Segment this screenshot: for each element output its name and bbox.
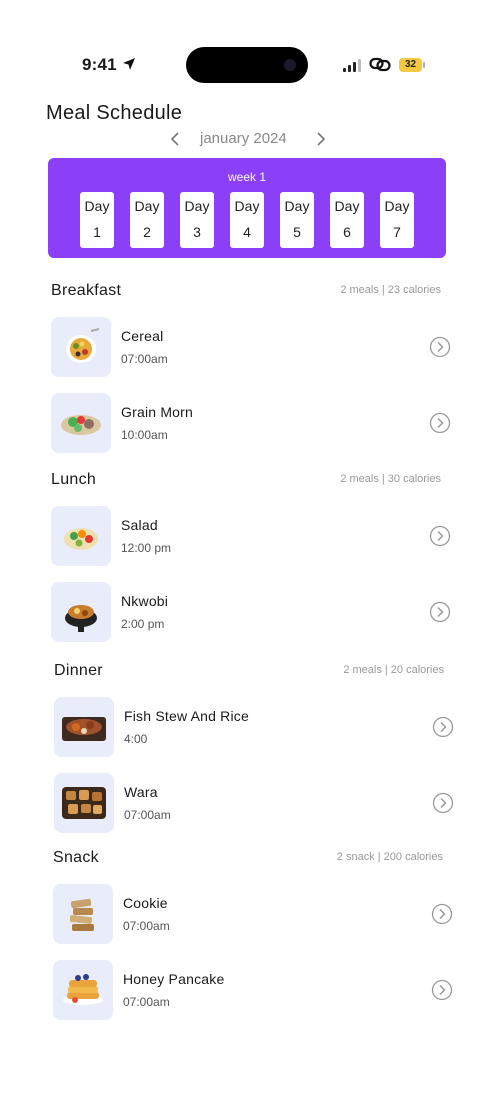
battery-level: 32 bbox=[399, 58, 422, 72]
day-number: 6 bbox=[343, 224, 351, 240]
meal-time: 10:00am bbox=[121, 428, 168, 442]
dynamic-island bbox=[186, 47, 308, 83]
week-label: week 1 bbox=[227, 170, 267, 184]
day-word: Day bbox=[134, 198, 160, 214]
day-button-7[interactable]: Day 7 bbox=[380, 192, 414, 248]
day-word: Day bbox=[384, 198, 410, 214]
day-number: 3 bbox=[193, 224, 201, 240]
meal-time: 07:00am bbox=[124, 808, 171, 822]
meal-item-wara[interactable]: Wara 07:00am bbox=[54, 773, 454, 833]
chevron-left-icon[interactable] bbox=[168, 131, 182, 147]
meal-item-fish-stew[interactable]: Fish Stew And Rice 4:00 bbox=[54, 697, 454, 757]
meal-time: 2:00 pm bbox=[121, 617, 165, 631]
section-meta-lunch: 2 meals | 30 calories bbox=[340, 473, 441, 485]
meal-item-cereal[interactable]: Cereal 07:00am bbox=[51, 317, 451, 377]
cellular-signal-icon bbox=[343, 58, 363, 72]
day-word: Day bbox=[84, 198, 110, 214]
status-time: 9:41 bbox=[82, 55, 117, 74]
day-word: Day bbox=[184, 198, 210, 214]
chevron-right-circle-icon[interactable] bbox=[429, 336, 451, 358]
chevron-right-circle-icon[interactable] bbox=[432, 716, 454, 738]
day-number: 1 bbox=[93, 224, 101, 240]
week-card: week 1 Day 1 Day 2 Day 3 Day 4 Day 5 Day… bbox=[48, 158, 446, 258]
meal-name: Grain Morn bbox=[121, 404, 194, 420]
battery-icon: 32 bbox=[399, 58, 425, 72]
section-title-lunch: Lunch bbox=[51, 471, 97, 488]
meal-name: Cereal bbox=[121, 328, 164, 344]
day-word: Day bbox=[284, 198, 310, 214]
meal-image-cereal bbox=[51, 317, 111, 377]
meal-item-nkwobi[interactable]: Nkwobi 2:00 pm bbox=[51, 582, 451, 642]
chevron-right-circle-icon[interactable] bbox=[429, 412, 451, 434]
meal-item-honey-pancake[interactable]: Honey Pancake 07:00am bbox=[53, 960, 453, 1020]
chevron-right-circle-icon[interactable] bbox=[431, 903, 453, 925]
meal-time: 4:00 bbox=[124, 732, 148, 746]
month-label: january 2024 bbox=[200, 130, 287, 147]
meal-image-salad bbox=[51, 506, 111, 566]
meal-time: 07:00am bbox=[123, 919, 170, 933]
meal-image-nkwobi bbox=[51, 582, 111, 642]
day-word: Day bbox=[234, 198, 260, 214]
meal-name: Fish Stew And Rice bbox=[124, 708, 249, 724]
meal-name: Cookie bbox=[123, 895, 168, 911]
meal-image-fish-stew bbox=[54, 697, 114, 757]
meal-image-honey-pancake bbox=[53, 960, 113, 1020]
day-button-1[interactable]: Day 1 bbox=[80, 192, 114, 248]
section-title-snack: Snack bbox=[53, 849, 99, 866]
meal-time: 07:00am bbox=[123, 995, 170, 1009]
day-word: Day bbox=[334, 198, 360, 214]
meal-item-salad[interactable]: Salad 12:00 pm bbox=[51, 506, 451, 566]
section-meta-dinner: 2 meals | 20 calories bbox=[343, 664, 444, 676]
day-button-5[interactable]: Day 5 bbox=[280, 192, 314, 248]
status-bar: 9:41 32 bbox=[0, 0, 495, 100]
meal-name: Wara bbox=[124, 784, 158, 800]
meal-name: Nkwobi bbox=[121, 593, 169, 609]
meal-item-grain-morn[interactable]: Grain Morn 10:00am bbox=[51, 393, 451, 453]
meal-time: 12:00 pm bbox=[121, 541, 172, 555]
month-navigator: january 2024 bbox=[164, 128, 334, 150]
day-button-2[interactable]: Day 2 bbox=[130, 192, 164, 248]
meal-image-grain-morn bbox=[51, 393, 111, 453]
meal-item-cookie[interactable]: Cookie 07:00am bbox=[53, 884, 453, 944]
day-number: 4 bbox=[243, 224, 251, 240]
chevron-right-icon[interactable] bbox=[314, 131, 328, 147]
section-meta-breakfast: 2 meals | 23 calories bbox=[340, 284, 441, 296]
section-title-breakfast: Breakfast bbox=[51, 282, 122, 299]
chevron-right-circle-icon[interactable] bbox=[429, 525, 451, 547]
day-button-6[interactable]: Day 6 bbox=[330, 192, 364, 248]
section-meta-snack: 2 snack | 200 calories bbox=[336, 851, 443, 863]
meal-name: Honey Pancake bbox=[123, 971, 225, 987]
meal-image-cookie bbox=[53, 884, 113, 944]
day-number: 2 bbox=[143, 224, 151, 240]
day-button-3[interactable]: Day 3 bbox=[180, 192, 214, 248]
chevron-right-circle-icon[interactable] bbox=[429, 601, 451, 623]
day-number: 5 bbox=[293, 224, 301, 240]
chevron-right-circle-icon[interactable] bbox=[432, 792, 454, 814]
day-button-4[interactable]: Day 4 bbox=[230, 192, 264, 248]
link-icon bbox=[369, 57, 391, 72]
section-title-dinner: Dinner bbox=[54, 662, 103, 679]
meal-time: 07:00am bbox=[121, 352, 168, 366]
meal-name: Salad bbox=[121, 517, 158, 533]
chevron-right-circle-icon[interactable] bbox=[431, 979, 453, 1001]
page-title: Meal Schedule bbox=[46, 102, 183, 124]
location-arrow-icon bbox=[123, 58, 135, 70]
day-number: 7 bbox=[393, 224, 401, 240]
meal-image-wara bbox=[54, 773, 114, 833]
